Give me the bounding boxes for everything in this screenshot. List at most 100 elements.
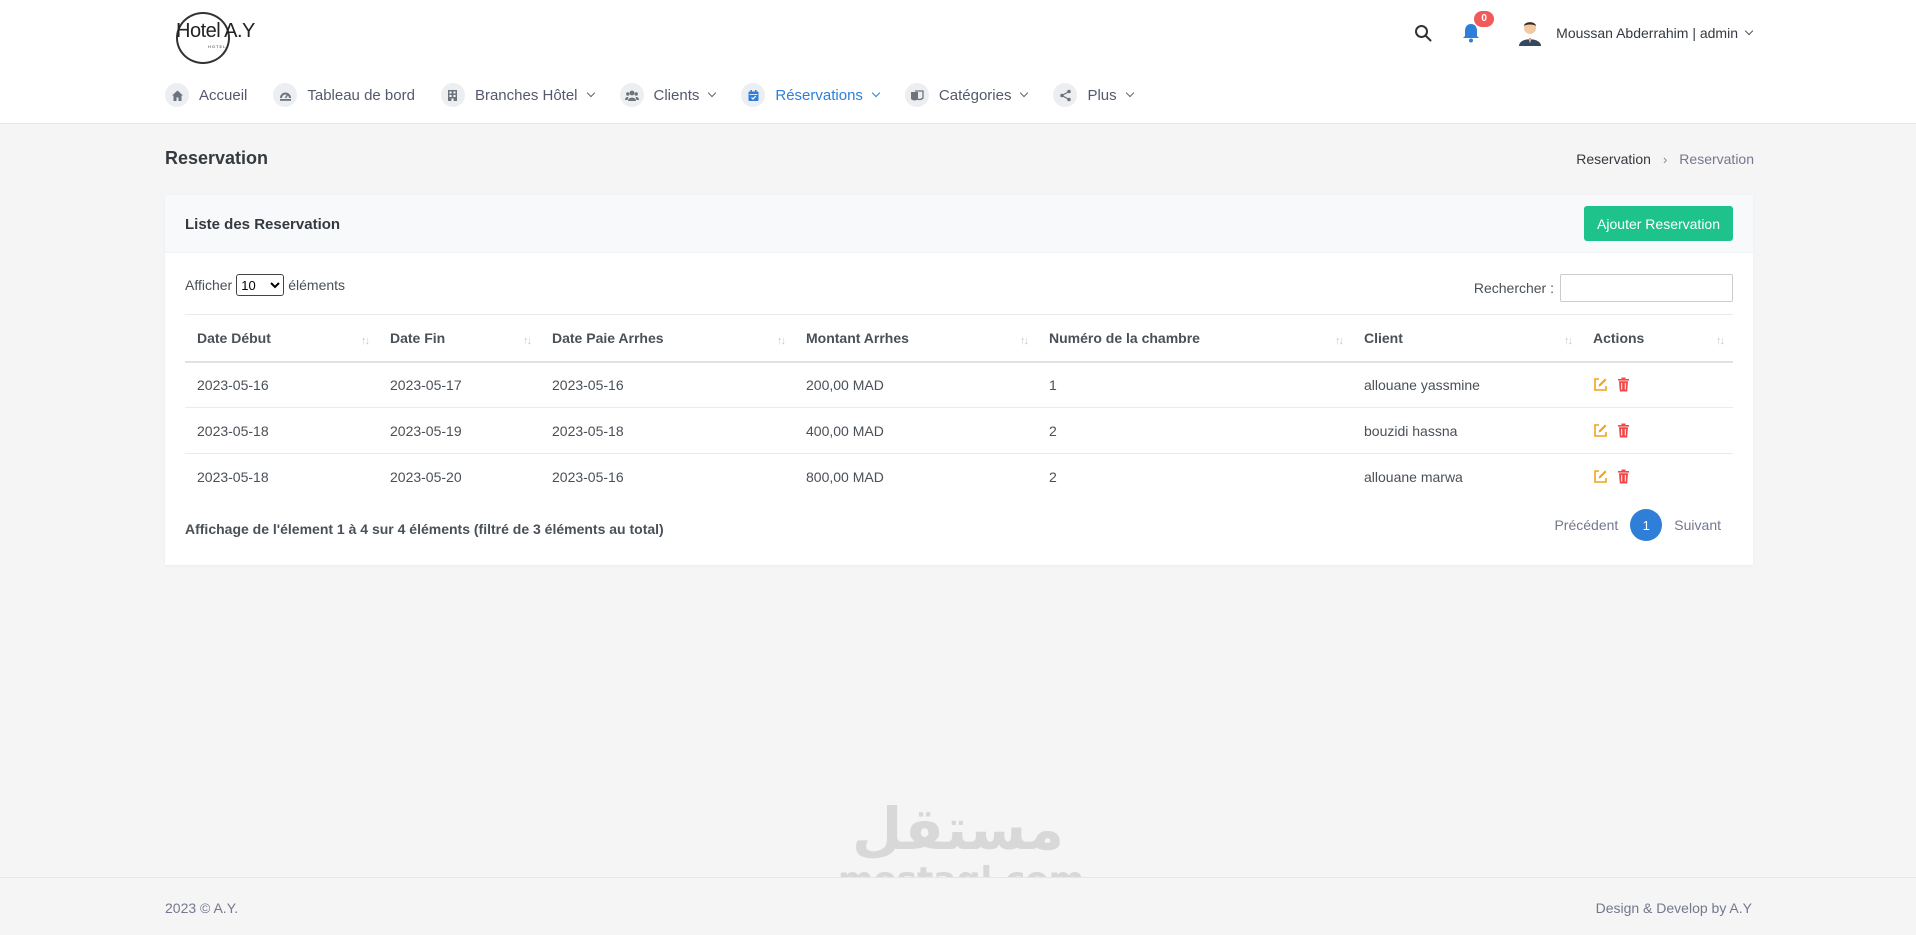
length-prefix: Afficher [185, 277, 233, 293]
nav-item-clients[interactable]: Clients [619, 83, 717, 107]
nav-label: Catégories [938, 86, 1012, 104]
edit-icon[interactable] [1593, 423, 1608, 438]
sort-icon: ↑↓ [777, 335, 786, 347]
search-icon[interactable] [1410, 20, 1436, 46]
card-header: Liste des Reservation Ajouter Reservatio… [165, 195, 1753, 253]
search-control: Rechercher : [1474, 274, 1733, 302]
chevron-down-icon [871, 88, 881, 98]
reservation-table: Date Début ↑↓ Date Fin ↑↓ Date Paie Arrhes… [185, 314, 1733, 500]
table-cell: 2023-05-18 [185, 407, 378, 454]
table-cell: allouane yassmine [1352, 361, 1581, 408]
table-cell: 400,00 MAD [794, 407, 1037, 454]
nav-item-reservations[interactable]: Réservations [741, 83, 881, 107]
table-cell: 2023-05-18 [540, 407, 794, 454]
table-header-row: Date Début ↑↓ Date Fin ↑↓ Date Paie Arrhes… [185, 314, 1733, 363]
sort-icon: ↑↓ [1716, 335, 1725, 347]
category-icon [904, 83, 929, 107]
page-length-control: Afficher 10 éléments [185, 274, 345, 296]
table-info: Affichage de l'élement 1 à 4 sur 4 éléme… [185, 521, 664, 537]
search-label: Rechercher : [1473, 280, 1554, 296]
actions-cell [1581, 407, 1733, 454]
trash-icon[interactable] [1617, 469, 1630, 484]
actions-cell [1581, 454, 1733, 500]
notification-bell-icon[interactable]: 0 [1458, 11, 1495, 46]
nav-item-accueil[interactable]: Accueil [165, 83, 247, 107]
page-title: Reservation [165, 148, 269, 168]
footer: 2023 © A.Y. Design & Develop by A.Y [0, 877, 1916, 935]
page-length-select[interactable]: 10 [236, 274, 285, 296]
table-cell: bouzidi hassna [1352, 407, 1581, 454]
trash-icon[interactable] [1617, 423, 1630, 438]
column-header[interactable]: Actions ↑↓ [1581, 314, 1733, 363]
table-cell: allouane marwa [1364, 468, 1463, 485]
breadcrumb: Reservation › Reservation [1576, 151, 1754, 167]
search-input[interactable] [1560, 274, 1733, 302]
table-cell: 800,00 MAD [806, 468, 884, 485]
reservation-card: Liste des Reservation Ajouter Reservatio… [165, 195, 1753, 565]
watermark-arabic: مستقل [851, 795, 1065, 863]
table-cell: 2023-05-20 [390, 468, 462, 485]
nav-item-branches[interactable]: Branches Hôtel [440, 83, 595, 107]
nav-item-categories[interactable]: Catégories [904, 83, 1029, 107]
table-cell: 2023-05-17 [378, 361, 540, 408]
nav-label: Clients [653, 86, 700, 104]
add-reservation-button[interactable]: Ajouter Reservation [1584, 206, 1733, 241]
dashboard-icon [273, 83, 298, 107]
footer-credit: Design & Develop by A.Y [1595, 900, 1752, 916]
table-cell: 2023-05-19 [378, 407, 540, 454]
pagination: Précédent 1 Suivant [1554, 509, 1721, 541]
footer-copyright: 2023 © A.Y. [165, 900, 239, 916]
user-menu[interactable]: Moussan Abderrahim | admin [1516, 19, 1754, 47]
previous-page-button[interactable]: Précédent [1554, 517, 1618, 533]
share-icon [1053, 83, 1078, 107]
chevron-right-icon: › [1662, 151, 1668, 167]
calendar-icon [741, 83, 766, 107]
table-cell: 2023-05-16 [540, 361, 794, 408]
card-title: Liste des Reservation [185, 216, 341, 233]
table-row: 2023-05-16 2023-05-17 2023-05-16 200,00 … [185, 361, 1733, 408]
avatar [1516, 19, 1544, 47]
trash-icon[interactable] [1617, 377, 1630, 392]
sort-icon: ↑↓ [1564, 335, 1573, 347]
building-icon [440, 83, 465, 107]
nav-label: Accueil [199, 86, 248, 104]
sort-icon: ↑↓ [1335, 335, 1344, 347]
table-cell: 200,00 MAD [794, 361, 1037, 408]
column-header[interactable]: Numéro de la chambre ↑↓ [1037, 314, 1352, 363]
sort-icon: ↑↓ [361, 335, 370, 347]
chevron-down-icon [708, 88, 717, 98]
main-nav: Accueil Tableau de bord Branches Hôtel C… [165, 80, 1159, 110]
table-cell: 1 [1037, 361, 1352, 408]
nav-item-plus[interactable]: Plus [1053, 83, 1134, 107]
sort-icon: ↑↓ [1020, 335, 1029, 347]
nav-item-dashboard[interactable]: Tableau de bord [273, 83, 415, 107]
column-header[interactable]: Date Paie Arrhes ↑↓ [540, 314, 794, 363]
column-header[interactable]: Date Fin ↑↓ [378, 314, 540, 363]
nav-label: Tableau de bord [307, 86, 415, 104]
hotel-logo[interactable]: Hotel A.Y HOTEL [172, 8, 255, 64]
column-header[interactable]: Montant Arrhes ↑↓ [794, 314, 1037, 363]
top-header: Hotel A.Y HOTEL 0 Moussan Abderrahim | a… [0, 0, 1916, 124]
breadcrumb-link[interactable]: Reservation [1576, 151, 1651, 167]
chevron-down-icon [1020, 88, 1029, 98]
next-page-button[interactable]: Suivant [1674, 517, 1721, 533]
edit-icon[interactable] [1593, 377, 1608, 392]
edit-icon[interactable] [1593, 469, 1608, 484]
column-header[interactable]: Date Début ↑↓ [185, 314, 378, 363]
column-header[interactable]: Client ↑↓ [1352, 314, 1581, 363]
users-icon [619, 83, 644, 107]
page-number-button[interactable]: 1 [1630, 509, 1663, 541]
chevron-down-icon [1125, 88, 1134, 98]
nav-label: Branches Hôtel [474, 86, 578, 104]
header-actions: 0 Moussan Abderrahim | admin [1410, 11, 1754, 48]
table-row: 2023-05-18 2023-05-19 2023-05-18 400,00 … [185, 407, 1733, 454]
chevron-down-icon [1744, 26, 1754, 36]
table-row: 2023-05-18 2023-05-20 2023-05-16 800,00 … [185, 454, 1733, 500]
table-cell: 2023-05-18 [197, 468, 269, 485]
actions-cell [1581, 361, 1733, 408]
logo-subtext: HOTEL [208, 44, 227, 49]
nav-label: Plus [1087, 86, 1117, 104]
table-cell: 2023-05-16 [552, 468, 624, 485]
notification-badge: 0 [1474, 11, 1495, 27]
table-cell: 2023-05-16 [185, 361, 378, 408]
